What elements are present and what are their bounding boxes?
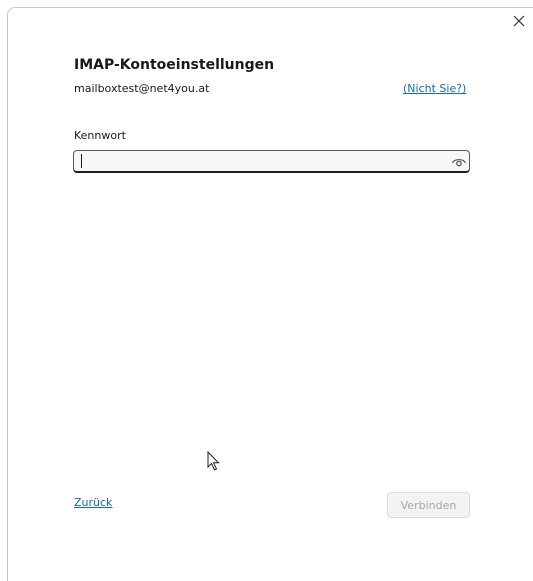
text-caret <box>81 154 82 168</box>
password-input[interactable] <box>80 153 440 170</box>
password-field[interactable] <box>73 150 470 173</box>
mouse-pointer-icon <box>207 451 220 471</box>
close-icon <box>513 15 525 27</box>
account-email: mailboxtest@net4you.at <box>74 82 210 95</box>
connect-button[interactable]: Verbinden <box>387 492 470 518</box>
dialog-title: IMAP-Kontoeinstellungen <box>74 57 275 73</box>
not-you-link[interactable]: (Nicht Sie?) <box>403 82 466 95</box>
eye-icon <box>451 158 467 166</box>
reveal-password-button[interactable] <box>450 153 468 170</box>
password-label: Kennwort <box>74 129 126 142</box>
close-button[interactable] <box>510 12 528 30</box>
back-link[interactable]: Zurück <box>74 496 112 509</box>
